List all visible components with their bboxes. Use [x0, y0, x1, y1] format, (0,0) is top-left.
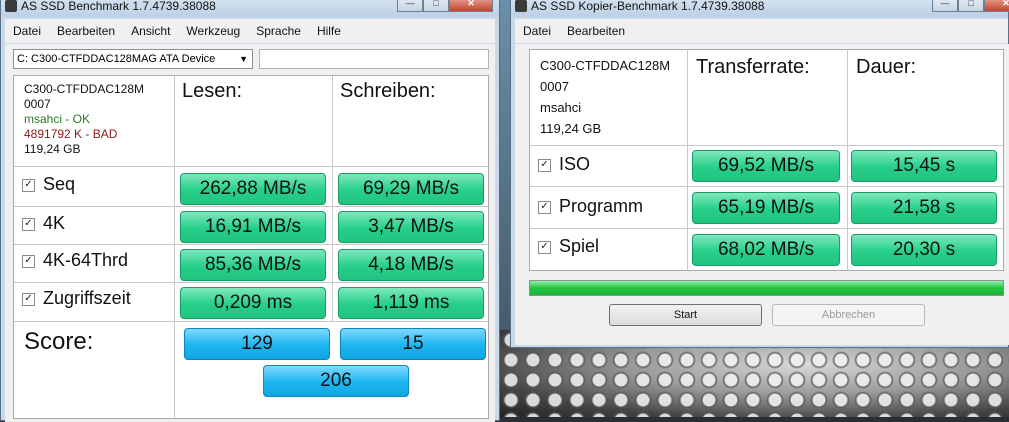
write-header: Schreiben: [340, 80, 436, 102]
menu-bearbeiten[interactable]: Bearbeiten [559, 19, 633, 43]
checkbox-zugriffszeit[interactable]: ✓ [22, 292, 35, 306]
row-iso[interactable]: ✓ ISO [538, 154, 590, 175]
window-title: AS SSD Kopier-Benchmark 1.7.4739.38088 [531, 0, 765, 13]
row-4k[interactable]: ✓ 4K [22, 213, 65, 234]
progress-bar [529, 280, 1004, 296]
drive-select[interactable]: C: C300-CTFDDAC128MAG ATA Device ▼ [13, 49, 253, 69]
alignment-status: 4891792 K - BAD [24, 127, 118, 141]
row-programm[interactable]: ✓ Programm [538, 196, 643, 217]
start-button[interactable]: Start [609, 304, 762, 326]
row-label: Zugriffszeit [43, 288, 131, 308]
menu-bearbeiten[interactable]: Bearbeiten [49, 19, 123, 43]
row-4k-64thrd[interactable]: ✓ 4K-64Thrd [22, 250, 128, 271]
row-seq[interactable]: ✓ Seq [22, 174, 75, 195]
window-titlebar[interactable]: AS SSD Kopier-Benchmark 1.7.4739.38088 —… [511, 0, 1009, 17]
drive-firmware: 0007 [540, 79, 569, 94]
benchmark-window: AS SSD Benchmark 1.7.4739.38088 — □ ✕ Da… [0, 0, 500, 422]
results-grid: C300-CTFDDAC128M 0007 msahci - OK 489179… [13, 75, 489, 419]
4k-read-value: 16,91 MB/s [180, 211, 326, 243]
menu-bar: Datei Bearbeiten [515, 19, 1008, 43]
score-total: 206 [263, 365, 409, 397]
seq-write-value: 69,29 MB/s [338, 173, 484, 205]
app-icon [5, 0, 17, 12]
menu-datei[interactable]: Datei [5, 19, 49, 43]
checkbox-4k-64thrd[interactable]: ✓ [22, 254, 35, 268]
programm-duration-value: 21,58 s [851, 192, 997, 224]
status-field[interactable] [259, 49, 489, 69]
maximize-button[interactable]: □ [423, 0, 449, 12]
read-header: Lesen: [182, 80, 243, 102]
row-label: Seq [43, 174, 76, 194]
drive-info: C300-CTFDDAC128M 0007 msahci - OK 489179… [24, 82, 169, 157]
score-read: 129 [184, 328, 330, 360]
window-titlebar[interactable]: AS SSD Benchmark 1.7.4739.38088 — □ ✕ [1, 0, 499, 17]
checkbox-iso[interactable]: ✓ [538, 158, 551, 172]
checkbox-spiel[interactable]: ✓ [538, 240, 551, 254]
row-label: Spiel [559, 236, 600, 256]
score-label: Score: [24, 328, 94, 355]
score-write: 15 [340, 328, 486, 360]
checkbox-4k[interactable]: ✓ [22, 217, 35, 231]
window-client: C300-CTFDDAC128M 0007 msahci 119,24 GB T… [515, 44, 1009, 345]
menu-ansicht[interactable]: Ansicht [123, 19, 178, 43]
drive-select-value: C: C300-CTFDDAC128MAG ATA Device [17, 53, 216, 65]
seq-read-value: 262,88 MB/s [180, 173, 326, 205]
spiel-rate-value: 68,02 MB/s [692, 234, 840, 266]
row-zugriffszeit[interactable]: ✓ Zugriffszeit [22, 288, 131, 309]
programm-rate-value: 65,19 MB/s [692, 192, 840, 224]
access-write-value: 1,119 ms [338, 287, 484, 319]
checkbox-programm[interactable]: ✓ [538, 200, 551, 214]
4k-write-value: 3,47 MB/s [338, 211, 484, 243]
transfer-rate-header: Transferrate: [696, 56, 810, 78]
menu-datei[interactable]: Datei [515, 19, 559, 43]
iso-rate-value: 69,52 MB/s [692, 150, 840, 182]
driver-name: msahci [540, 100, 582, 115]
maximize-button[interactable]: □ [958, 0, 984, 12]
copy-benchmark-window: AS SSD Kopier-Benchmark 1.7.4739.38088 —… [510, 0, 1009, 348]
drive-model: C300-CTFDDAC128M [24, 82, 145, 96]
4k64-write-value: 4,18 MB/s [338, 249, 484, 281]
cancel-button[interactable]: Abbrechen [772, 304, 925, 326]
close-button[interactable]: ✕ [449, 0, 493, 12]
menu-bar: Datei Bearbeiten Ansicht Werkzeug Sprache Hil… [5, 19, 495, 43]
4k64-read-value: 85,36 MB/s [180, 249, 326, 281]
access-read-value: 0,209 ms [180, 287, 326, 319]
drive-info: C300-CTFDDAC128M 0007 msahci 119,24 GB [540, 55, 670, 139]
minimize-button[interactable]: — [397, 0, 423, 12]
checkbox-seq[interactable]: ✓ [22, 178, 35, 192]
close-button[interactable]: ✕ [984, 0, 1009, 12]
drive-size: 119,24 GB [540, 121, 602, 136]
row-label: 4K [43, 213, 66, 233]
spiel-duration-value: 20,30 s [851, 234, 997, 266]
progress-fill [530, 281, 1003, 295]
app-icon [515, 0, 527, 12]
menu-hilfe[interactable]: Hilfe [309, 19, 349, 43]
driver-status: msahci - OK [24, 112, 91, 126]
menu-sprache[interactable]: Sprache [248, 19, 309, 43]
chevron-down-icon: ▼ [239, 54, 248, 64]
drive-firmware: 0007 [24, 97, 51, 111]
window-client: C: C300-CTFDDAC128MAG ATA Device ▼ C300-… [5, 44, 495, 422]
minimize-button[interactable]: — [932, 0, 958, 12]
menu-werkzeug[interactable]: Werkzeug [178, 19, 248, 43]
drive-model: C300-CTFDDAC128M [540, 58, 671, 73]
drive-size: 119,24 GB [24, 142, 81, 156]
row-spiel[interactable]: ✓ Spiel [538, 236, 599, 257]
duration-header: Dauer: [856, 56, 917, 78]
row-label: 4K-64Thrd [43, 250, 129, 270]
window-title: AS SSD Benchmark 1.7.4739.38088 [21, 0, 216, 13]
copy-results-grid: C300-CTFDDAC128M 0007 msahci 119,24 GB T… [529, 49, 1004, 271]
row-label: Programm [559, 196, 644, 216]
row-label: ISO [559, 154, 591, 174]
iso-duration-value: 15,45 s [851, 150, 997, 182]
